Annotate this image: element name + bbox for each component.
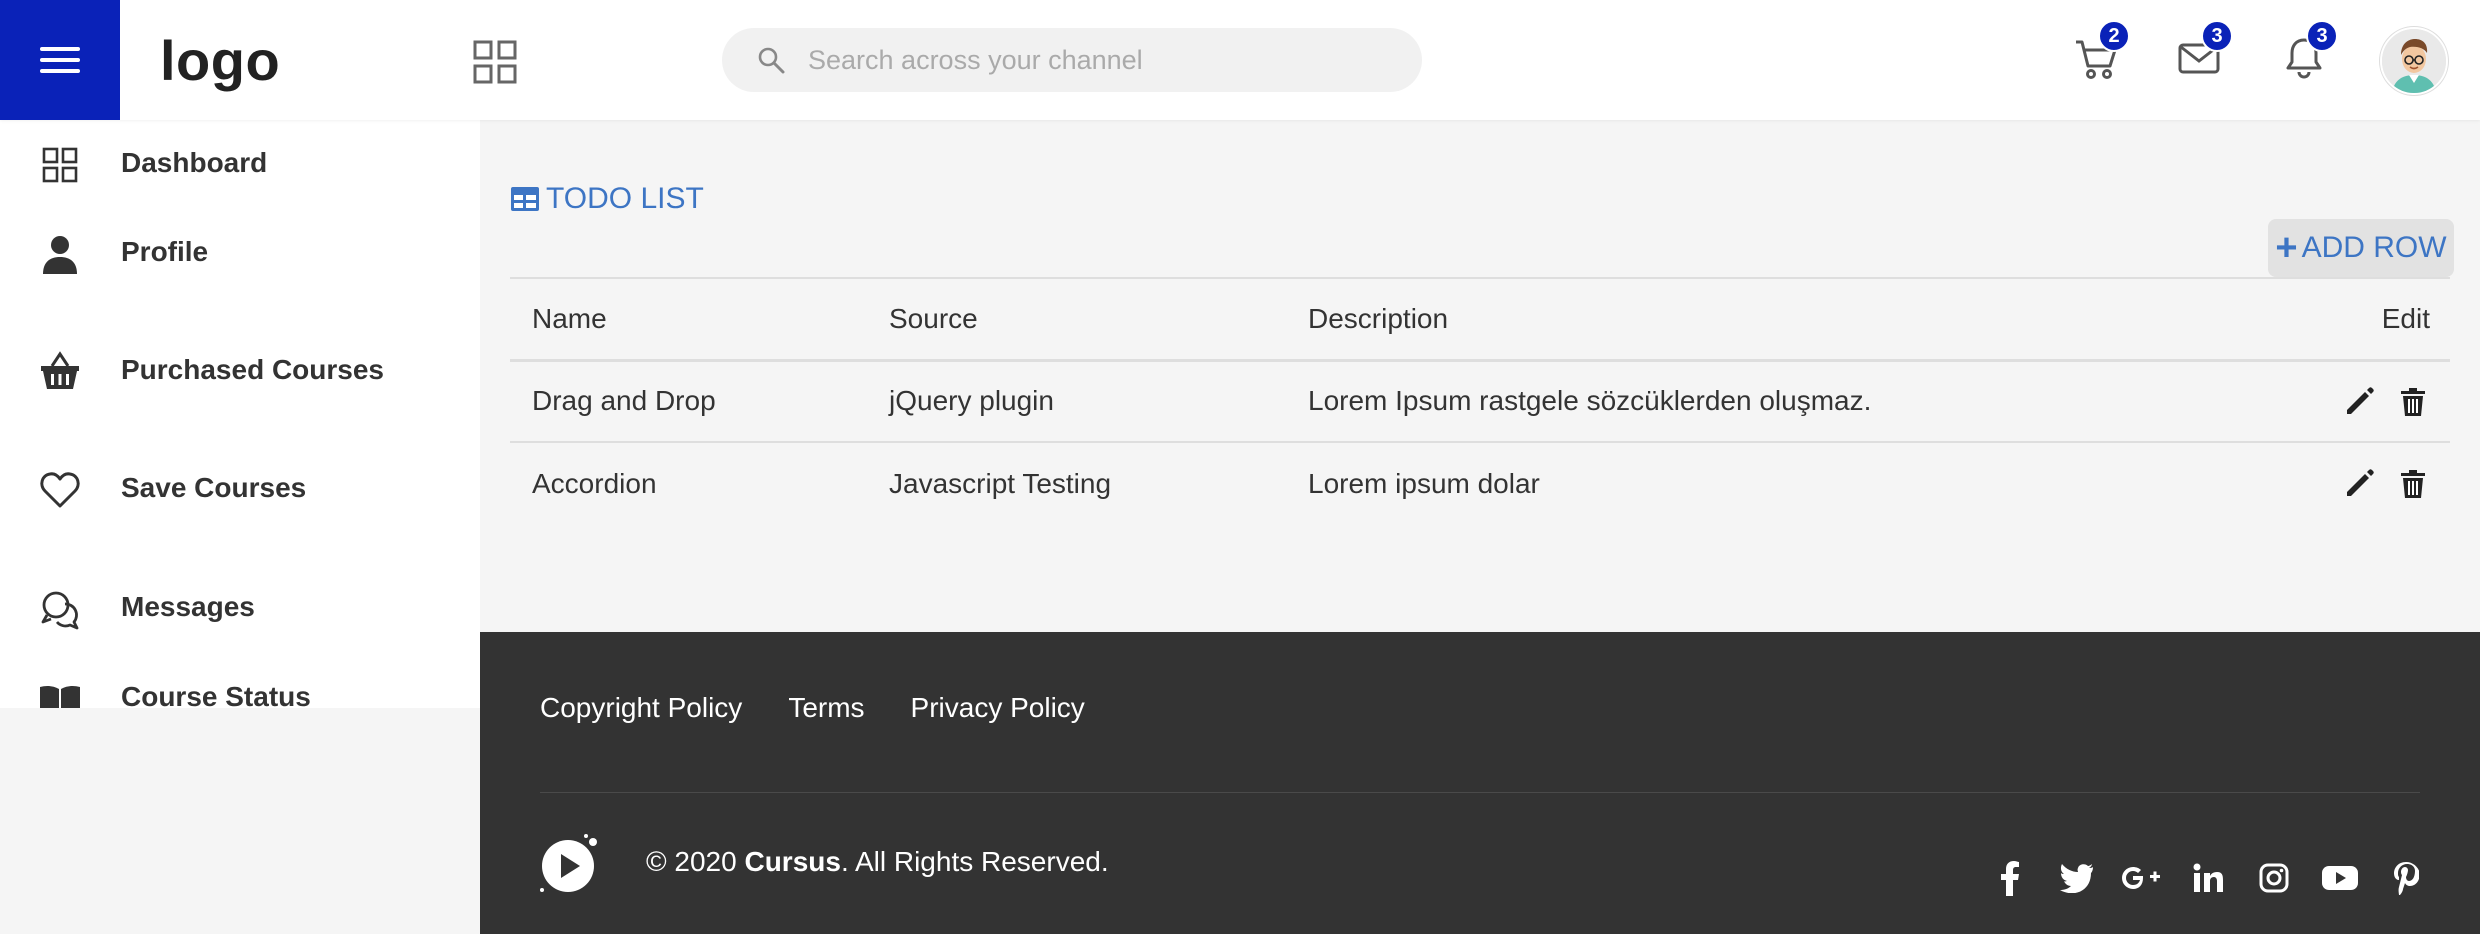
copyright-text: © 2020 Cursus. All Rights Reserved. [646, 846, 1109, 878]
trash-icon[interactable] [2396, 467, 2430, 501]
person-icon [43, 236, 77, 274]
basket-icon [41, 351, 79, 389]
column-header-edit: Edit [2381, 302, 2430, 334]
linkedin-icon[interactable] [2188, 858, 2228, 898]
todo-table: Name Source Description Edit Drag and Dr… [510, 277, 2450, 524]
notifications-button[interactable]: 3 [2280, 20, 2338, 82]
user-avatar-icon [2382, 29, 2446, 93]
heart-icon [40, 472, 80, 508]
search-input[interactable] [808, 44, 1368, 76]
twitter-icon[interactable] [2056, 858, 2096, 898]
instagram-icon[interactable] [2254, 858, 2294, 898]
sidebar-item-messages[interactable]: Messages [0, 575, 480, 639]
google-plus-icon[interactable] [2122, 858, 2162, 898]
footer-link-copyright-policy[interactable]: Copyright Policy [540, 692, 742, 724]
apps-grid-icon[interactable] [473, 40, 517, 84]
logo[interactable]: logo [160, 28, 280, 93]
table-icon [511, 187, 539, 211]
sidebar-item-label: Course Status [121, 681, 311, 708]
chat-icon [41, 591, 79, 630]
column-header-description: Description [1308, 302, 1449, 334]
cell-actions [2230, 360, 2450, 442]
main-content: TODO LIST + ADD ROW Name Source Descript… [480, 120, 2480, 632]
sidebar-item-save-courses[interactable]: Save Courses [0, 456, 480, 520]
todo-list-title-text: TODO LIST [546, 182, 704, 215]
add-row-label: ADD ROW [2301, 231, 2447, 264]
cursus-logo-icon[interactable] [538, 832, 602, 896]
brand-name: Cursus [744, 846, 841, 877]
cart-button[interactable]: 2 [2072, 20, 2130, 82]
youtube-icon[interactable] [2320, 858, 2360, 898]
footer-link-privacy-policy[interactable]: Privacy Policy [911, 692, 1085, 724]
pencil-icon[interactable] [2342, 467, 2376, 501]
sidebar-item-label: Save Courses [121, 472, 307, 503]
sidebar: Dashboard Profile Purchased Courses Save… [0, 120, 480, 708]
plus-icon: + [2275, 227, 2298, 269]
hamburger-icon [40, 47, 80, 73]
pencil-icon[interactable] [2342, 385, 2376, 419]
cell-source: jQuery plugin [889, 385, 1054, 417]
top-header: logo 2 3 3 [0, 0, 2480, 120]
table-row: Accordion Javascript Testing Lorem ipsum… [510, 442, 2450, 524]
facebook-icon[interactable] [1990, 858, 2030, 898]
sidebar-item-profile[interactable]: Profile [0, 220, 480, 284]
notifications-badge: 3 [2306, 20, 2338, 52]
cell-description: Lorem Ipsum rastgele sözcüklerden oluşma… [1308, 385, 1872, 417]
add-row-button[interactable]: + ADD ROW [2268, 219, 2454, 277]
sidebar-item-purchased-courses[interactable]: Purchased Courses [0, 338, 480, 402]
copyright-prefix: © 2020 [646, 846, 745, 877]
column-header-source: Source [889, 302, 978, 334]
cell-description: Lorem ipsum dolar [1308, 467, 1540, 499]
footer-link-terms[interactable]: Terms [788, 692, 864, 724]
cell-actions [2230, 442, 2450, 524]
sidebar-item-label: Dashboard [121, 147, 268, 178]
messages-button[interactable]: 3 [2175, 20, 2233, 82]
column-header-name: Name [532, 302, 607, 334]
footer-divider [540, 792, 2420, 793]
sidebar-item-dashboard[interactable]: Dashboard [0, 131, 480, 195]
social-links [1990, 858, 2452, 898]
book-icon [40, 685, 80, 708]
avatar[interactable] [2380, 27, 2448, 95]
sidebar-item-label: Profile [121, 236, 209, 267]
table-header-row: Name Source Description Edit [510, 278, 2450, 360]
trash-icon[interactable] [2396, 385, 2430, 419]
search-icon [758, 47, 785, 74]
sidebar-item-course-status[interactable]: Course Status [0, 665, 480, 708]
sidebar-item-label: Purchased Courses [121, 354, 384, 385]
messages-badge: 3 [2201, 20, 2233, 52]
pinterest-icon[interactable] [2386, 858, 2426, 898]
grid-icon [42, 147, 78, 183]
copyright-suffix: . All Rights Reserved. [840, 846, 1109, 877]
cell-source: Javascript Testing [889, 467, 1112, 499]
table-row: Drag and Drop jQuery plugin Lorem Ipsum … [510, 360, 2450, 442]
sidebar-item-label: Messages [121, 591, 255, 622]
footer-links: Copyright Policy Terms Privacy Policy [540, 692, 1131, 724]
search-bar [722, 28, 1422, 92]
cart-badge: 2 [2098, 20, 2130, 52]
footer: Copyright Policy Terms Privacy Policy © … [480, 632, 2480, 934]
menu-button[interactable] [0, 0, 120, 120]
cell-name: Accordion [532, 467, 657, 499]
cell-name: Drag and Drop [532, 385, 716, 417]
todo-list-title: TODO LIST [510, 182, 704, 216]
